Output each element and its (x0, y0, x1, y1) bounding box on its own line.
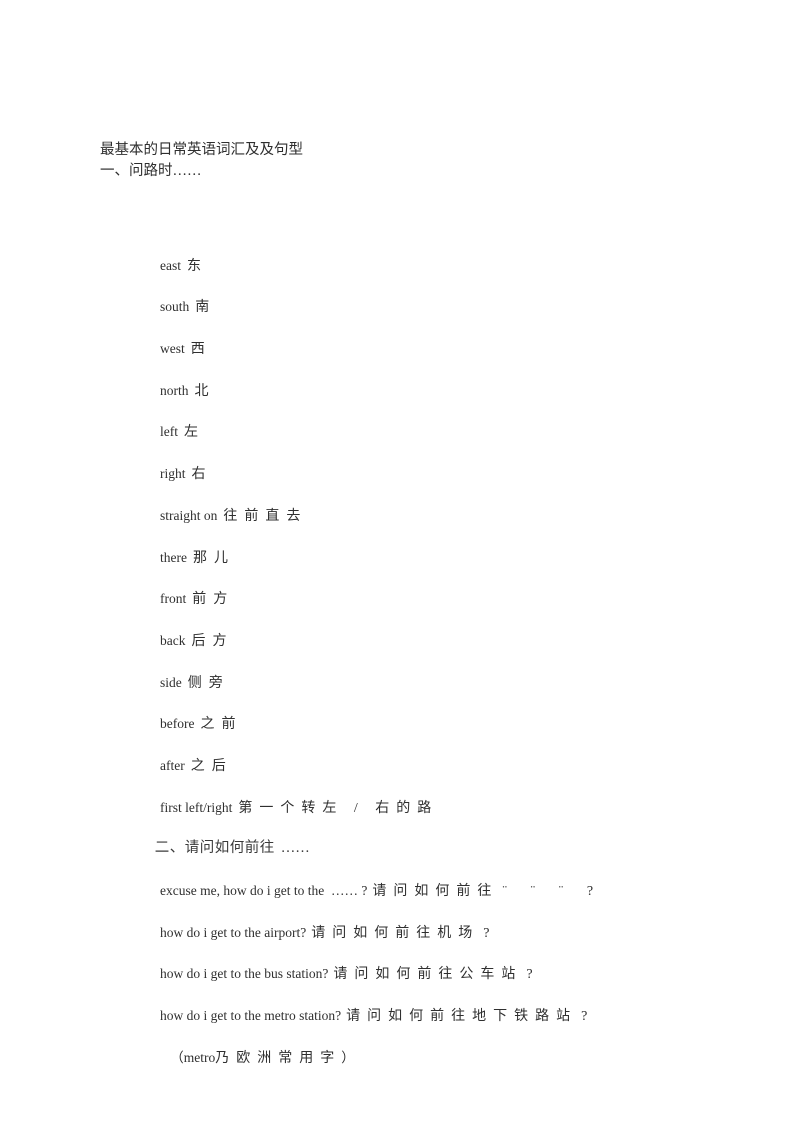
footnote-english: metro (183, 1049, 216, 1065)
document-page: 最基本的日常英语词汇及及句型 一、问路时…… east 东 south 南 west… (0, 0, 793, 1122)
phrase-chinese: 请问如何前往地下铁路站 (346, 1009, 578, 1025)
list-item: west 西 (133, 286, 793, 357)
vocab-english: right (160, 466, 186, 482)
phrase-chinese: 请问如何前往公车站 (333, 967, 523, 983)
document-body: 最基本的日常英语词汇及及句型 一、问路时…… east 东 south 南 west… (0, 140, 793, 1066)
phrase-trailing-mark: ? (526, 967, 543, 983)
vocab-chinese: 东 (187, 258, 208, 274)
vocab-english: there (160, 549, 187, 565)
phrase-english: how do i get to the metro station? (160, 1008, 342, 1024)
vocab-english: straight on (160, 507, 218, 523)
vocab-chinese: 南 (195, 300, 217, 316)
phrase-list: excuse me, how do i get to the …… ? 请问如何前… (0, 828, 793, 1024)
vocab-chinese: 第一个转左 / 右的路 (238, 800, 439, 816)
vocab-chinese: 左 (184, 425, 205, 441)
phrase-trailing-mark: ¨ ¨ ¨ ? (502, 884, 604, 900)
vocab-chinese: 西 (190, 342, 212, 358)
footnote-chinese: 乃欧洲常用字 (215, 1050, 342, 1066)
phrase-english: how do i get to the bus station? (160, 966, 329, 982)
vocab-english: east (160, 257, 181, 273)
list-item: east 东 (133, 203, 793, 274)
vocab-chinese: 北 (194, 383, 216, 399)
section-heading-one: 一、问路时…… (100, 163, 202, 179)
section-heading-two-ellipsis: …… (280, 840, 310, 857)
phrase-english: excuse me, how do i get to the …… ? (160, 883, 368, 899)
vocab-english: before (160, 716, 195, 732)
vocab-chinese: 右 (191, 467, 213, 483)
vocab-chinese: 之后 (190, 758, 233, 774)
section-heading-two-text: 二、请问如何前往 (154, 840, 275, 857)
vocab-english: first left/right (160, 799, 233, 815)
list-item: straight on 往前直去 (133, 453, 793, 524)
vocab-english: front (160, 591, 187, 607)
vocab-english: side (160, 674, 182, 690)
phrase-trailing-mark: ? (483, 925, 500, 941)
vocab-english: back (160, 632, 186, 648)
phrase-chinese: 请问如何前往机场 (311, 925, 480, 941)
footnote-open-paren: （ (170, 1049, 184, 1065)
vocab-chinese: 那儿 (192, 550, 235, 566)
phrase-english: how do i get to the airport? (160, 924, 307, 940)
list-item: left 左 (133, 370, 793, 440)
list-item: south 南 (133, 245, 793, 315)
vocab-chinese: 之前 (200, 717, 243, 733)
vocab-chinese: 侧旁 (187, 675, 230, 691)
vocab-english: left (160, 424, 178, 440)
list-item: right 右 (133, 411, 793, 482)
vocab-english: north (160, 382, 189, 398)
phrase-trailing-mark: ? (581, 1009, 598, 1025)
vocab-chinese: 往前直去 (223, 508, 308, 524)
list-item: before 之前 (133, 662, 793, 732)
vocab-chinese: 后方 (191, 633, 234, 649)
list-item: north 北 (133, 328, 793, 399)
vocabulary-list: east 东 south 南 west 西 north 北 left 左 right 右 s… (0, 203, 793, 816)
vocab-chinese: 前方 (192, 592, 235, 608)
phrase-chinese: 请问如何前往 (372, 884, 499, 900)
document-title-block: 最基本的日常英语词汇及及句型 一、问路时…… (100, 140, 793, 182)
vocab-english: after (160, 757, 185, 773)
footnote-close-paren: ） (341, 1049, 355, 1065)
vocab-english: west (160, 341, 185, 357)
page-title: 最基本的日常英语词汇及及句型 (100, 142, 303, 158)
vocab-english: south (160, 299, 190, 315)
